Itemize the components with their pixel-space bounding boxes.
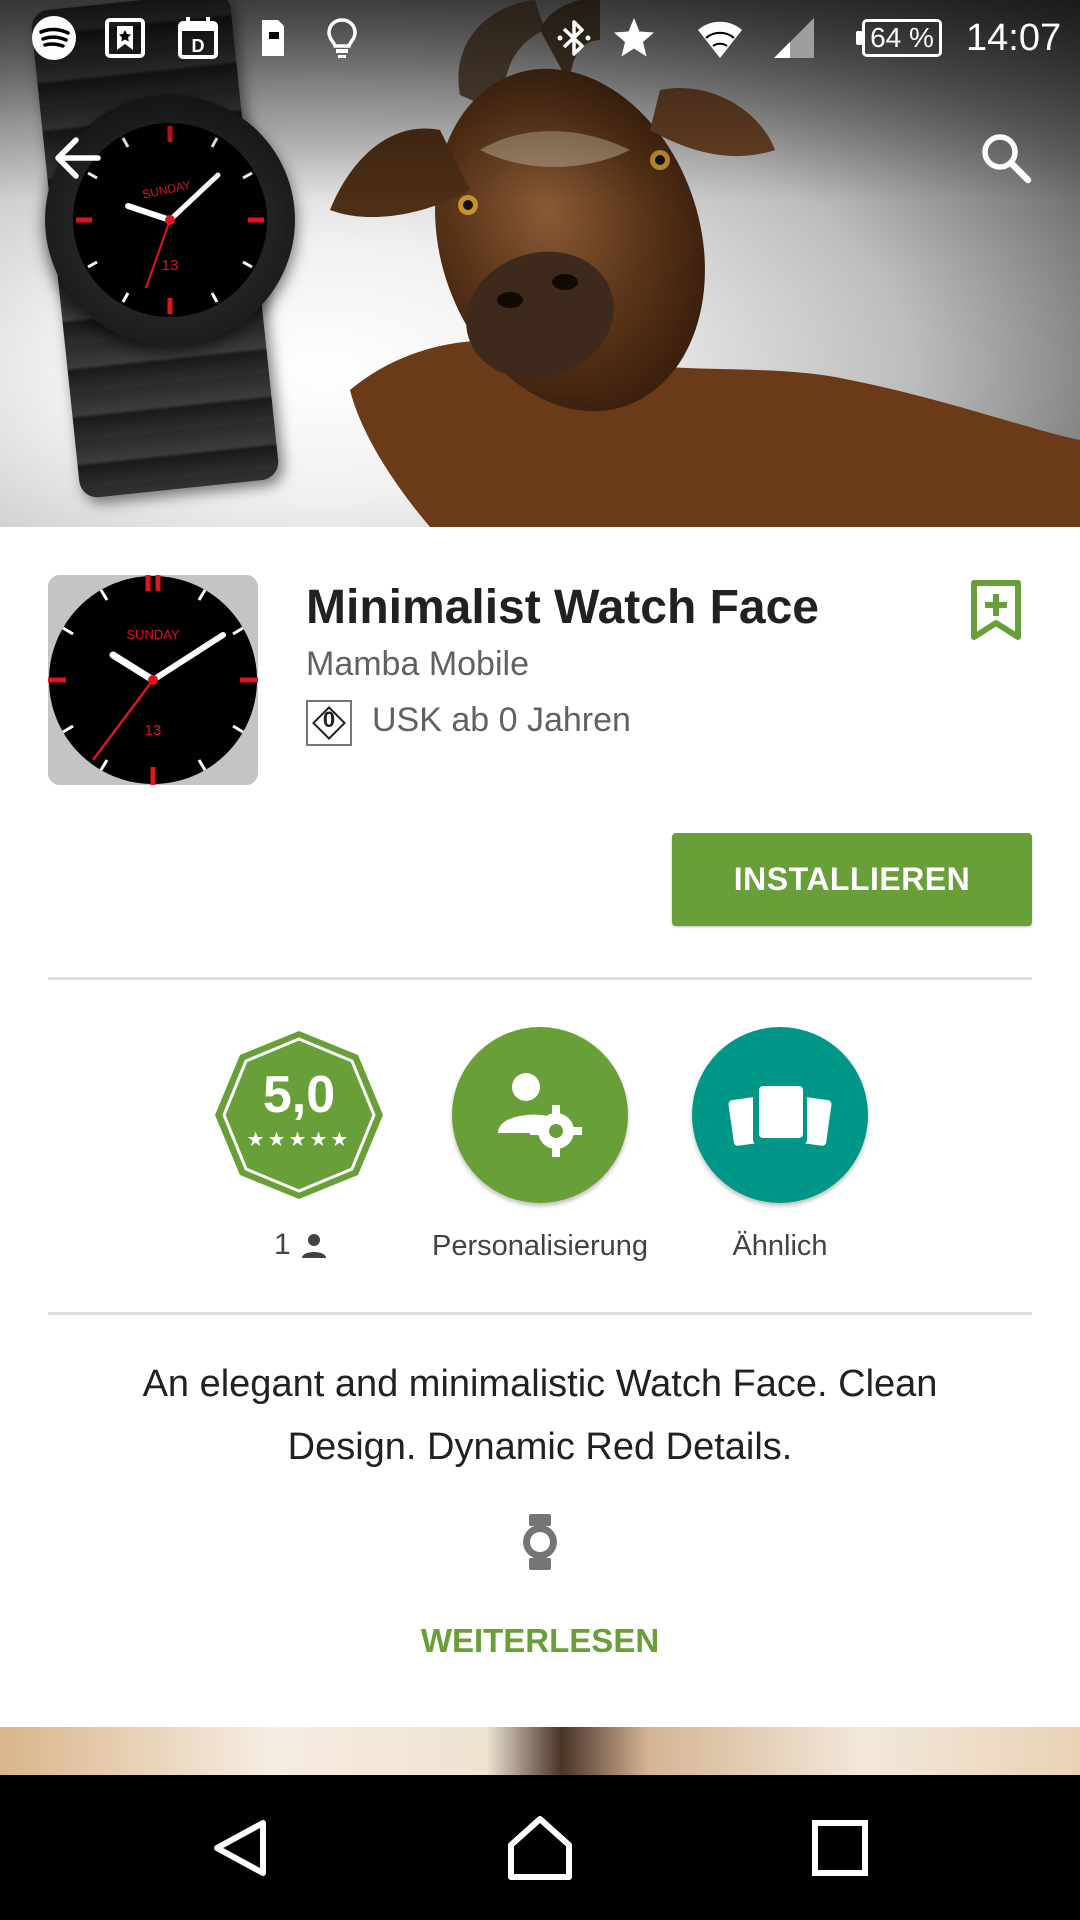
wishlist-add-icon[interactable]: [970, 580, 1022, 640]
svg-text:SUNDAY: SUNDAY: [126, 627, 180, 642]
calendar-d-icon: D: [174, 14, 222, 62]
lightbulb-icon: [318, 14, 366, 62]
usk-number: 0: [322, 707, 336, 732]
status-clock: 14:07: [966, 17, 1062, 59]
sd-card-icon: [248, 14, 296, 62]
similar-cards-icon: [728, 1084, 832, 1146]
svg-text:D: D: [192, 36, 205, 56]
search-icon[interactable]: [976, 128, 1036, 188]
similar-circle: [692, 1027, 868, 1203]
svg-text:13: 13: [145, 722, 162, 739]
signal-icon: [770, 14, 818, 62]
watch-icon: [523, 1514, 557, 1570]
usk-rating-icon: 0: [306, 700, 352, 746]
svg-text:13: 13: [162, 257, 179, 274]
category-circle: [452, 1027, 628, 1203]
rating-count: 1: [274, 1228, 291, 1261]
rating-badge[interactable]: 5,0 ★★★★★: [211, 1027, 387, 1203]
nav-recents-icon[interactable]: [805, 1813, 875, 1883]
star-icon: [610, 14, 658, 62]
navigation-bar: [0, 1775, 1080, 1920]
usk-rating-label: USK ab 0 Jahren: [372, 701, 631, 739]
nav-home-icon[interactable]: [505, 1813, 575, 1883]
hero-banner: SUNDAY 13: [0, 0, 1080, 527]
person-settings-icon: [498, 1073, 582, 1157]
nav-back-icon[interactable]: [205, 1813, 275, 1883]
bookmark-star-icon: [101, 14, 149, 62]
read-more-link[interactable]: WEITERLESEN: [0, 1622, 1080, 1660]
developer-link[interactable]: Mamba Mobile: [306, 645, 529, 684]
screenshot-preview[interactable]: [0, 1727, 1080, 1775]
divider: [48, 977, 1032, 980]
install-button[interactable]: INSTALLIEREN: [672, 833, 1032, 926]
category-label: Personalisierung: [431, 1230, 648, 1262]
person-icon: [302, 1234, 326, 1258]
app-icon: SUNDAY 13: [48, 575, 258, 785]
battery-indicator: 64 %: [856, 19, 942, 57]
bluetooth-icon: [550, 14, 598, 62]
rating-stars: ★★★★★: [246, 1129, 352, 1151]
rating-value: 5,0: [262, 1066, 336, 1124]
category-badge[interactable]: [452, 1027, 628, 1203]
spotify-icon: [30, 14, 78, 62]
status-bar: D 64 % 14:07: [0, 0, 1080, 78]
app-title: Minimalist Watch Face: [306, 581, 819, 634]
back-arrow-icon[interactable]: [48, 128, 108, 188]
app-icon-watch-dial: SUNDAY 13: [48, 575, 258, 785]
wifi-icon: [696, 14, 744, 62]
similar-badge[interactable]: [692, 1027, 868, 1203]
divider: [48, 1312, 1032, 1315]
app-description: An elegant and minimalistic Watch Face. …: [142, 1363, 938, 1468]
similar-label: Ähnlich: [732, 1230, 828, 1262]
